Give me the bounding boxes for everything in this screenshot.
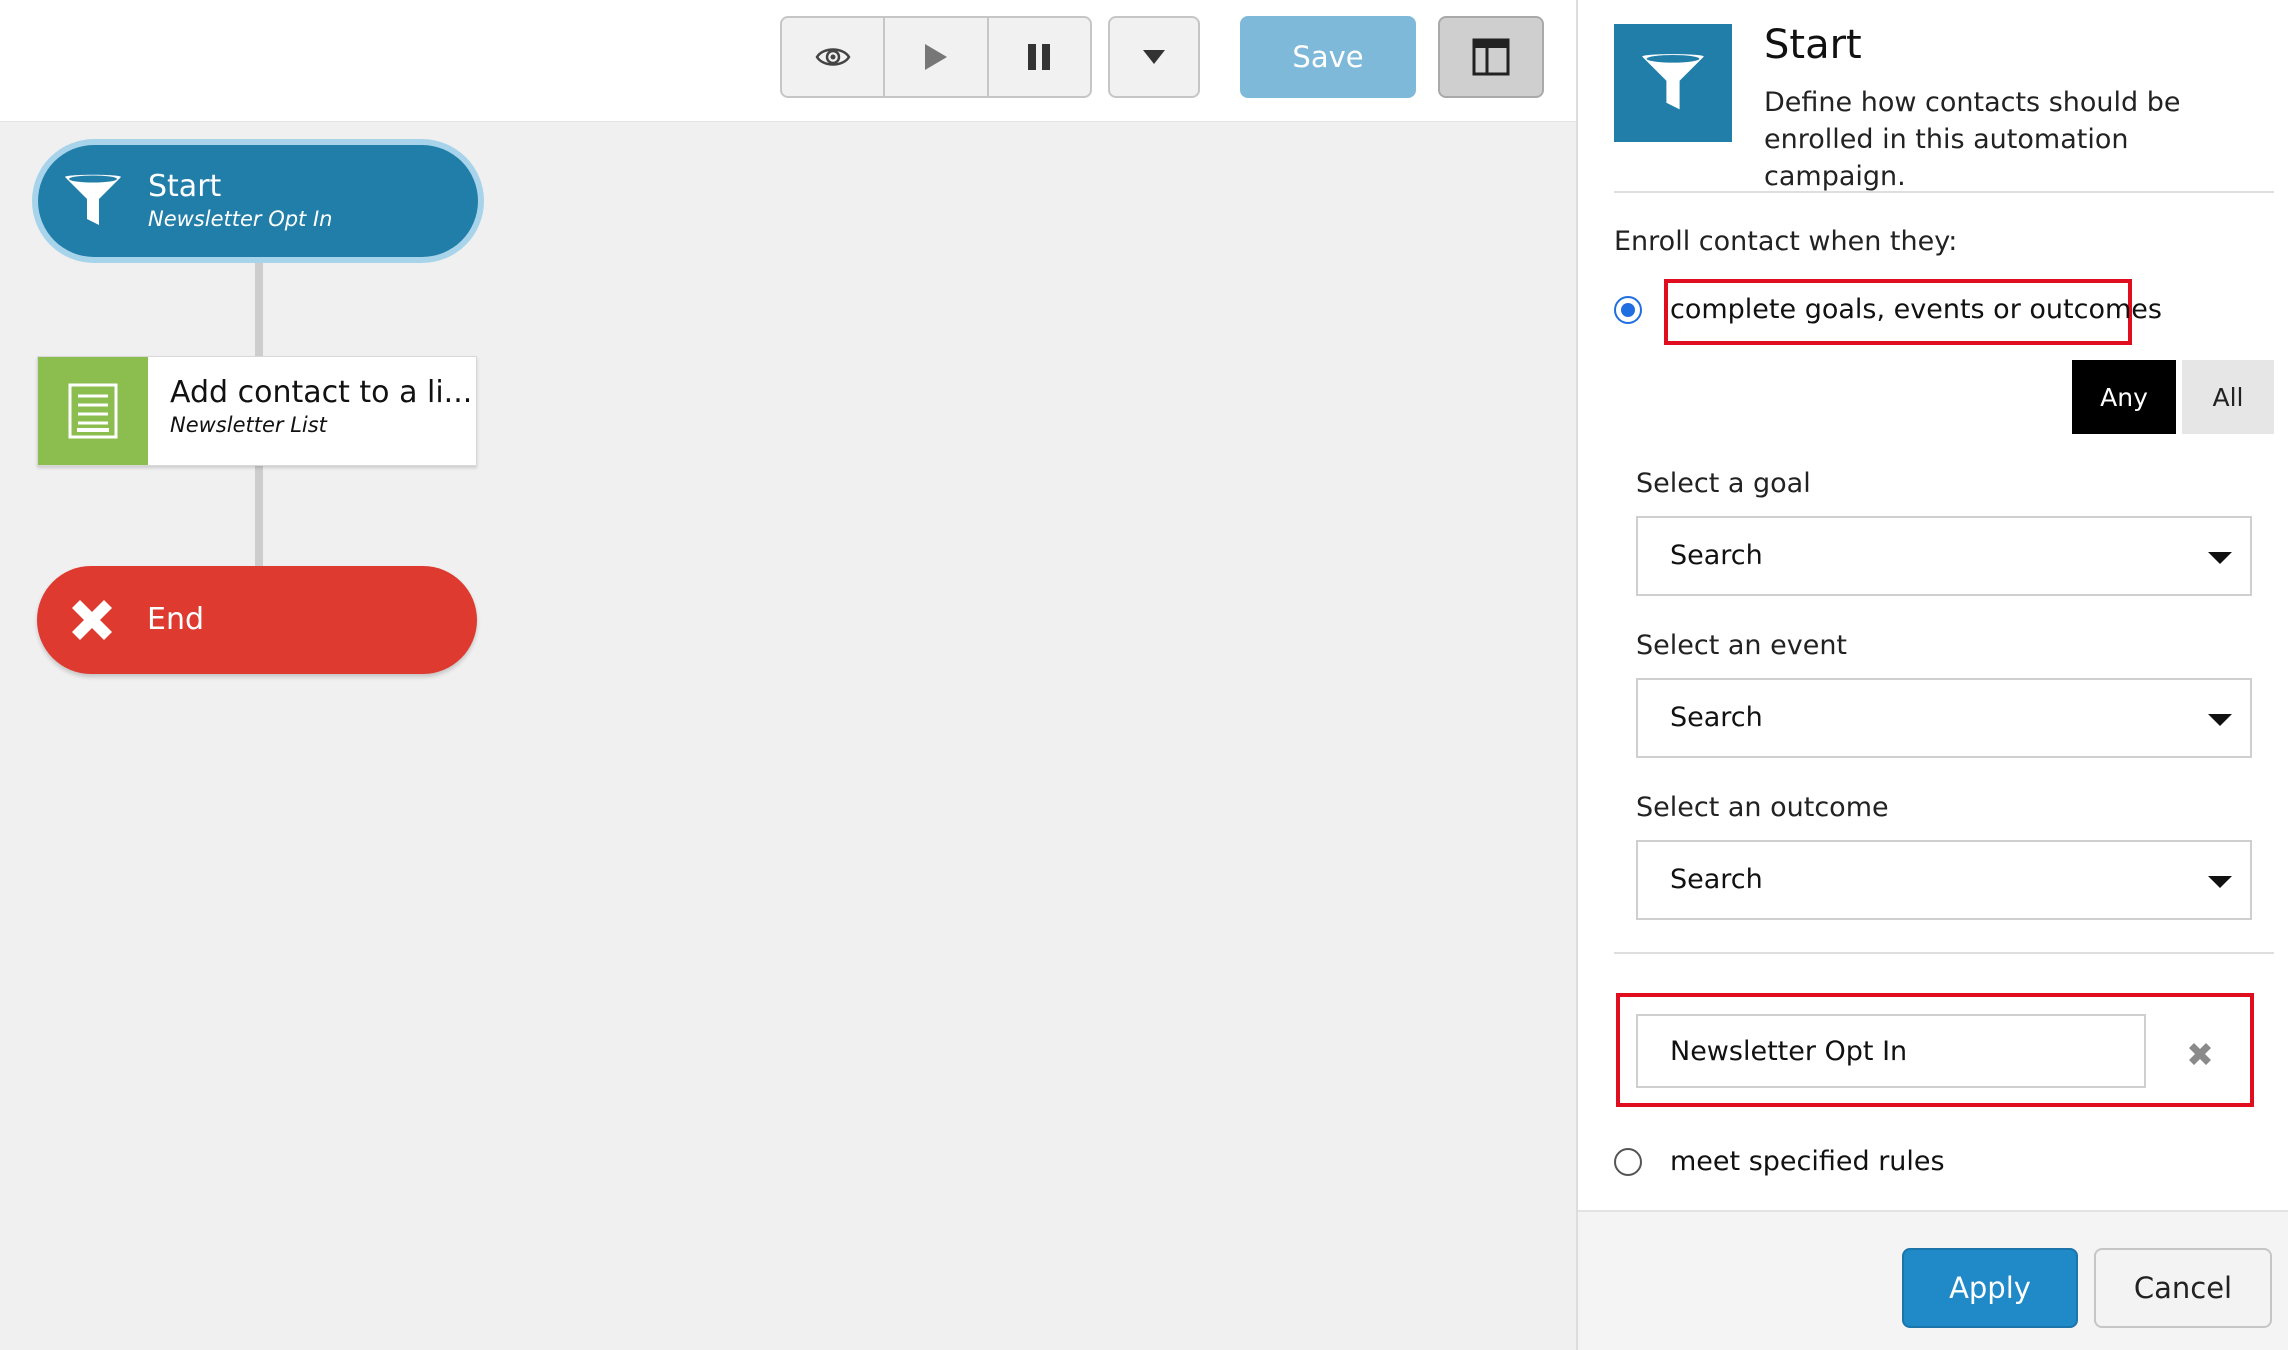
node-title: Start <box>148 169 222 204</box>
remove-goal-button[interactable] <box>2182 1036 2218 1072</box>
node-subtitle: Newsletter List <box>170 413 327 437</box>
outcome-label: Select an outcome <box>1636 792 1889 823</box>
event-select[interactable]: Search <box>1636 678 2252 758</box>
node-title: End <box>147 602 205 637</box>
apply-button[interactable]: Apply <box>1902 1248 2078 1328</box>
panel-title: Start <box>1764 22 1862 68</box>
enroll-label: Enroll contact when they: <box>1614 226 1958 257</box>
radio-goals-events-outcomes[interactable] <box>1614 296 1642 324</box>
node-title: Add contact to a li... <box>170 375 473 410</box>
save-button[interactable]: Save <box>1240 16 1416 98</box>
event-select-value: Search <box>1670 702 1763 733</box>
play-button[interactable] <box>885 18 989 96</box>
radio-meet-rules[interactable] <box>1614 1148 1642 1176</box>
chevron-down-icon <box>2208 714 2232 726</box>
cancel-button[interactable]: Cancel <box>2094 1248 2272 1328</box>
pause-icon <box>1028 44 1051 70</box>
caret-down-icon <box>1143 50 1165 64</box>
event-label: Select an event <box>1636 630 1848 661</box>
connector-line <box>255 466 263 566</box>
outcome-select[interactable]: Search <box>1636 840 2252 920</box>
selected-goal-field[interactable]: Newsletter Opt In <box>1636 1014 2146 1088</box>
goal-select[interactable]: Search <box>1636 516 2252 596</box>
divider <box>1614 952 2274 954</box>
editor-toolbar: Save <box>0 0 1576 122</box>
panel-footer: Apply Cancel <box>1578 1210 2288 1350</box>
workflow-node-add-to-list[interactable]: Add contact to a li... Newsletter List <box>37 356 477 466</box>
connector-line <box>255 263 263 356</box>
panel-description: Define how contacts should be enrolled i… <box>1764 87 2181 192</box>
panel-header-icon <box>1614 24 1732 142</box>
selected-goal-value: Newsletter Opt In <box>1670 1036 1908 1067</box>
chevron-down-icon <box>2208 876 2232 888</box>
funnel-icon <box>65 174 121 225</box>
pause-button[interactable] <box>989 18 1090 96</box>
chevron-down-icon <box>2208 552 2232 564</box>
more-options-dropdown[interactable] <box>1108 16 1200 98</box>
workflow-canvas: Save Start Newsletter Opt In Add contact… <box>0 0 1576 1350</box>
radio-label-rules: meet specified rules <box>1670 1146 1945 1177</box>
play-icon <box>924 44 947 70</box>
node-settings-panel: Start Define how contacts should be enro… <box>1576 0 2288 1350</box>
divider <box>1614 191 2274 193</box>
workflow-node-start[interactable]: Start Newsletter Opt In <box>32 139 484 263</box>
toggle-panel-button[interactable] <box>1438 16 1544 98</box>
playback-button-group <box>780 16 1092 98</box>
workflow-node-end[interactable]: End <box>37 566 477 674</box>
goal-select-value: Search <box>1670 540 1763 571</box>
x-icon <box>72 600 112 640</box>
outcome-select-value: Search <box>1670 864 1763 895</box>
match-any-button[interactable]: Any <box>2072 360 2176 434</box>
eye-icon <box>815 48 851 66</box>
list-icon <box>68 383 118 439</box>
node-subtitle: Newsletter Opt In <box>148 207 333 231</box>
radio-label-goals: complete goals, events or outcomes <box>1670 294 2162 325</box>
goal-label: Select a goal <box>1636 468 1811 499</box>
panel-layout-icon <box>1472 38 1510 76</box>
match-all-button[interactable]: All <box>2182 360 2274 434</box>
close-icon <box>2189 1043 2211 1065</box>
funnel-icon <box>1642 54 1704 110</box>
preview-button[interactable] <box>782 18 886 96</box>
